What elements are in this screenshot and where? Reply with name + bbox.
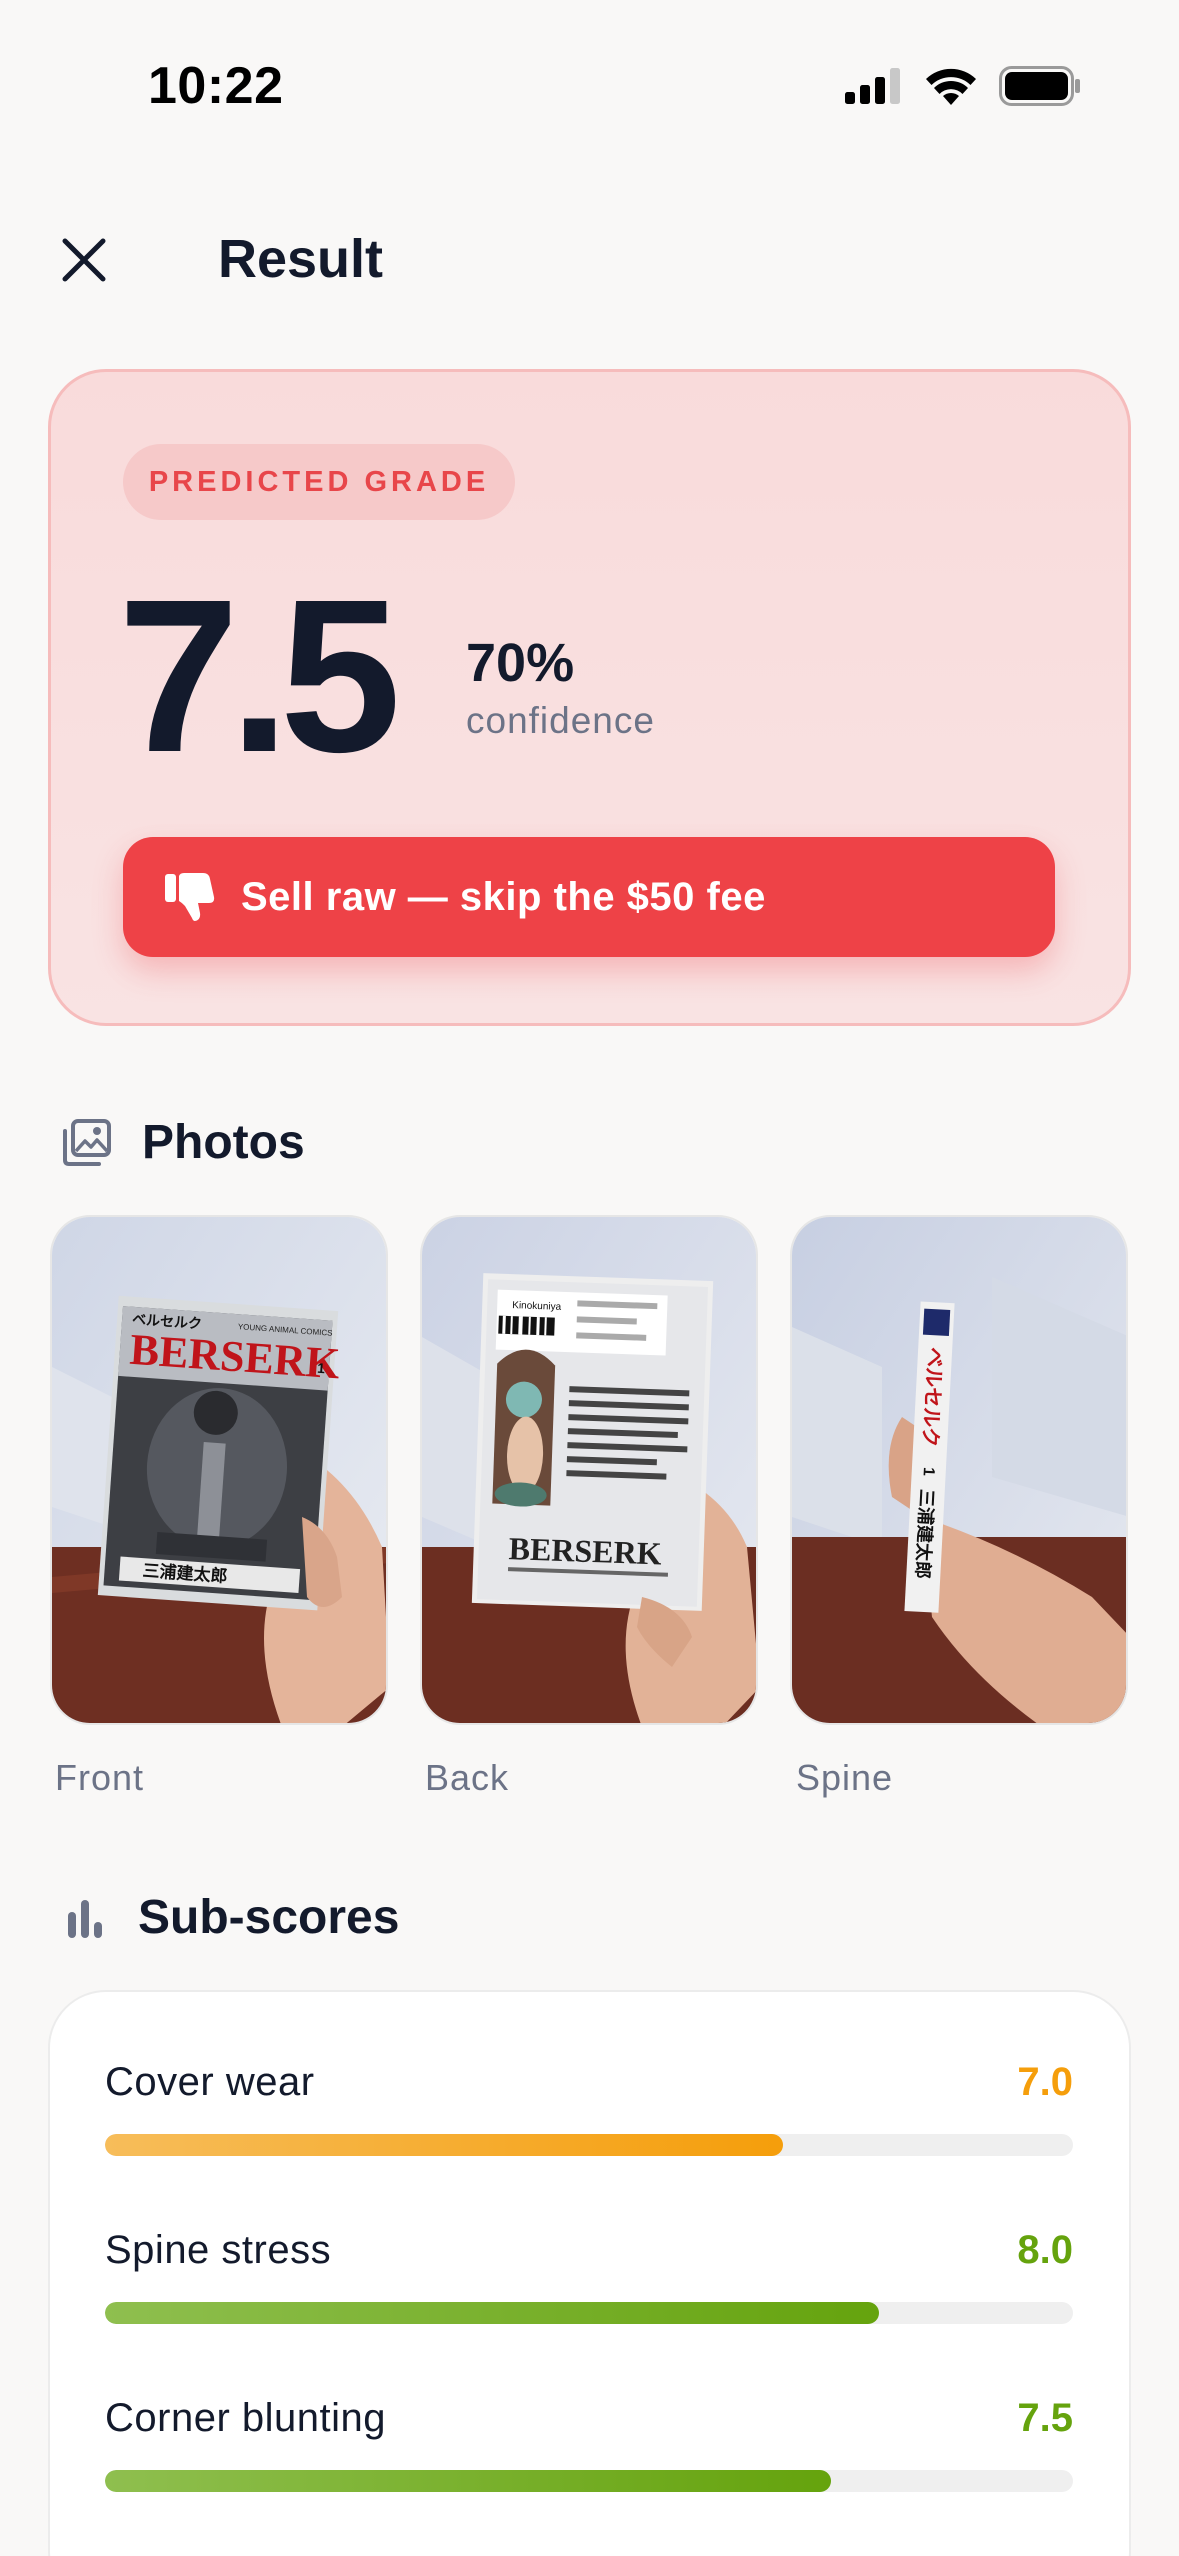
page-title: Result — [218, 229, 384, 289]
photos-title: Photos — [142, 1116, 305, 1169]
status-time: 10:22 — [148, 57, 284, 115]
spine-volume: 1 — [920, 1467, 937, 1477]
photo-label-front: Front — [55, 1757, 145, 1798]
cellular-signal-icon — [845, 68, 900, 104]
subscore-fill — [105, 2470, 831, 2492]
photo-label-spine: Spine — [796, 1757, 894, 1798]
sell-raw-button[interactable]: Sell raw — skip the $50 fee — [123, 837, 1055, 957]
subscore-track — [105, 2302, 1073, 2324]
subscore-name: Corner blunting — [105, 2396, 386, 2440]
subscore-track — [105, 2134, 1073, 2156]
confidence-value: 70% — [466, 633, 575, 693]
wifi-icon — [926, 68, 976, 105]
spine-photo[interactable]: ベルセルク 1 三浦建太郎 — [790, 1215, 1128, 1725]
result-screen: 10:22 Result PREDICTED GRADE 7.5 70% con… — [0, 0, 1179, 2556]
subscore-name: Cover wear — [105, 2060, 315, 2104]
front-photo[interactable]: ベルセルク YOUNG ANIMAL COMICS BERSERK 1 三浦建太… — [50, 1215, 388, 1725]
subscore-value: 8.0 — [1017, 2228, 1073, 2272]
subscore-name: Spine stress — [105, 2228, 332, 2272]
subscores-title: Sub-scores — [138, 1891, 400, 1944]
image-gallery-icon — [63, 1118, 111, 1166]
thumbs-down-icon — [165, 873, 215, 921]
back-cover-title: BERSERK — [508, 1530, 662, 1571]
confidence-label: confidence — [466, 700, 655, 741]
subscore-track — [105, 2470, 1073, 2492]
battery-icon — [999, 66, 1080, 106]
close-button[interactable] — [56, 232, 112, 288]
photo-label-back: Back — [425, 1757, 510, 1798]
sell-raw-label: Sell raw — skip the $50 fee — [241, 874, 766, 919]
photos-section-header: Photos — [62, 1115, 305, 1170]
subscore-value: 7.0 — [1017, 2060, 1073, 2104]
front-cover-volume: 1 — [317, 1360, 326, 1377]
grade-value: 7.5 — [118, 555, 401, 798]
subscore-fill — [105, 2302, 880, 2324]
back-cover-store: Kinokuniya — [512, 1300, 562, 1313]
bar-chart-icon — [68, 1899, 102, 1938]
predicted-grade-badge: PREDICTED GRADE — [123, 444, 515, 520]
subscores-section-header: Sub-scores — [62, 1890, 399, 1945]
status-icons — [845, 66, 1081, 106]
subscore-fill — [105, 2134, 783, 2156]
close-icon — [62, 238, 106, 282]
back-photo[interactable]: Kinokuniya BERSERK — [420, 1215, 758, 1725]
subscore-value: 7.5 — [1017, 2396, 1073, 2440]
